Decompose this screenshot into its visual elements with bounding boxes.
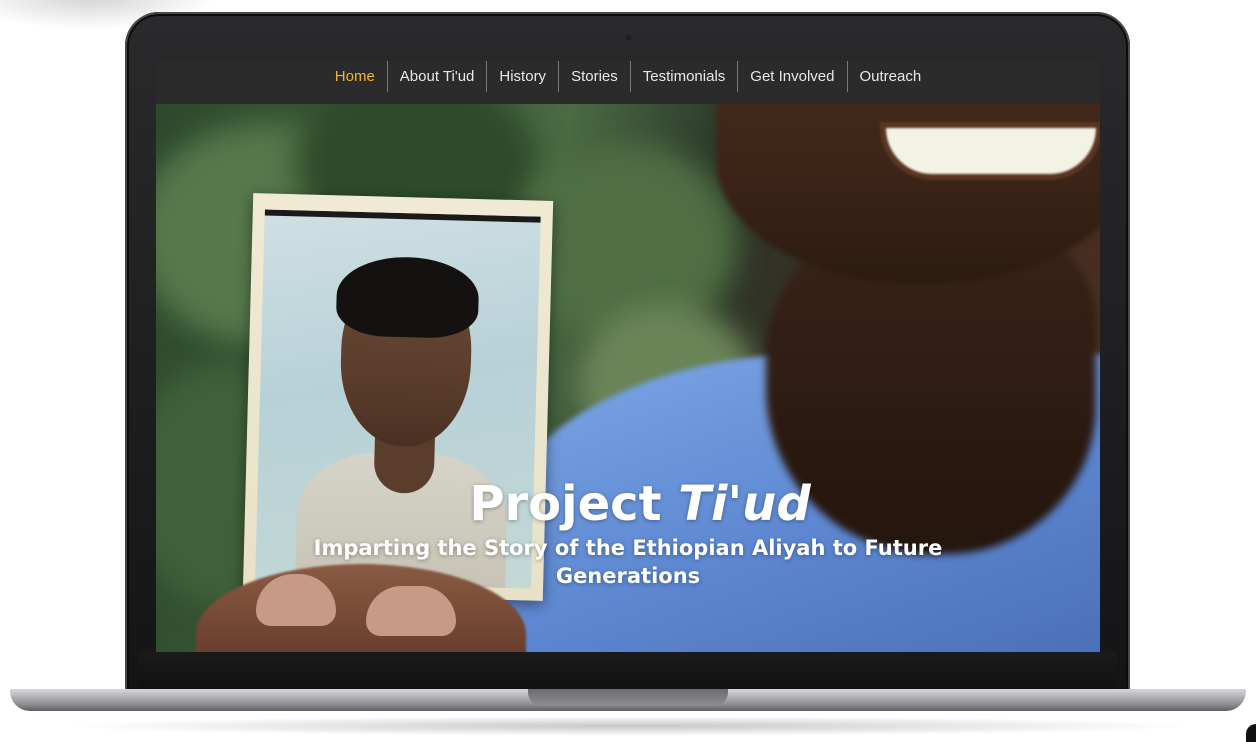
webcam [625, 34, 632, 41]
nav-item-history[interactable]: History [486, 61, 558, 92]
fingernail [366, 586, 456, 636]
photo-edge [264, 209, 541, 223]
nav-item-stories[interactable]: Stories [558, 61, 630, 92]
opening-notch [528, 689, 728, 706]
hero-subtitle: Imparting the Story of the Ethiopian Ali… [313, 536, 943, 588]
hero-title-emphasis: Ti'ud [678, 476, 811, 532]
nav-item-home[interactable]: Home [323, 61, 387, 92]
nav-menu: Home About Ti'ud History Stories Testimo… [323, 61, 933, 104]
laptop-screen: Home About Ti'ud History Stories Testimo… [156, 61, 1100, 652]
smile-image [886, 128, 1096, 174]
hero-title-main: Project [469, 476, 662, 532]
screen-bottom-bezel [138, 652, 1117, 692]
top-navigation: Home About Ti'ud History Stories Testimo… [156, 61, 1100, 104]
corner-mark [1246, 724, 1256, 742]
nav-item-about[interactable]: About Ti'ud [386, 61, 487, 92]
hero-banner: Project Ti'ud Imparting the Story of the… [156, 104, 1100, 652]
hero-title: Project Ti'ud [156, 476, 1100, 532]
nav-item-outreach[interactable]: Outreach [846, 61, 934, 92]
base-shadow [60, 716, 1200, 736]
portrait-hair [335, 255, 480, 340]
nav-item-testimonials[interactable]: Testimonials [629, 61, 738, 92]
nav-item-get-involved[interactable]: Get Involved [737, 61, 846, 92]
laptop-mockup: Home About Ti'ud History Stories Testimo… [0, 0, 1256, 742]
hero-text-block: Project Ti'ud Imparting the Story of the… [156, 476, 1100, 590]
